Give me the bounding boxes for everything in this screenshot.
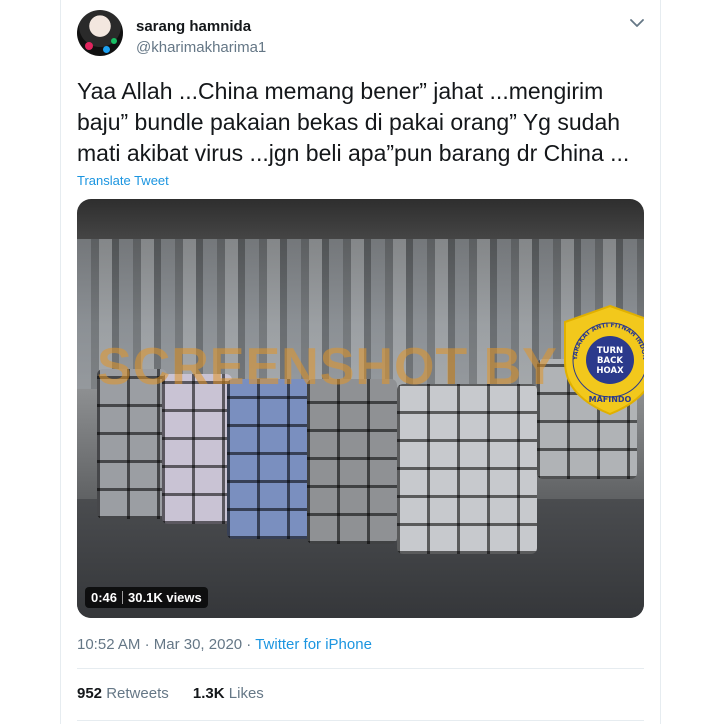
clothing-bale (227, 379, 312, 539)
tweet-card: sarang hamnida @kharimakharima1 Yaa Alla… (60, 0, 661, 724)
tweet-date[interactable]: Mar 30, 2020 (154, 636, 242, 653)
tweet-meta: 10:52 AM · Mar 30, 2020 · Twitter for iP… (77, 636, 372, 653)
likes-label: Likes (228, 685, 264, 702)
avatar-dot (103, 46, 110, 53)
clothing-bale (307, 379, 397, 544)
meta-separator: · (246, 636, 252, 653)
video-views: 30.1K views (128, 590, 202, 605)
avatar-dot (111, 38, 117, 44)
video-duration: 0:46 (91, 590, 118, 605)
divider (77, 720, 644, 721)
badge-bottom-text: MAFINDO (589, 395, 632, 404)
tweet-stats: 952 Retweets 1.3K Likes (77, 685, 284, 702)
retweets-stat[interactable]: 952 Retweets (77, 685, 173, 702)
chevron-down-icon[interactable] (628, 14, 646, 32)
badge-line-2: BACK (597, 356, 623, 366)
video-duration-views-badge: 0:46 30.1K views (85, 587, 208, 608)
avatar[interactable] (77, 10, 123, 56)
watermark-text: SCREENSHOT BY (97, 338, 558, 396)
user-handle[interactable]: @kharimakharima1 (136, 39, 266, 56)
video-player[interactable]: SCREENSHOT BY MASYARAKAT ANTI FITNAH IND… (77, 199, 644, 618)
likes-stat[interactable]: 1.3K Likes (193, 685, 264, 702)
tweet-text: Yaa Allah ...China memang bener” jahat .… (77, 78, 630, 166)
badge-separator (122, 591, 124, 604)
translate-tweet-link[interactable]: Translate Tweet (77, 173, 169, 188)
retweets-label: Retweets (106, 685, 169, 702)
user-name[interactable]: sarang hamnida (136, 18, 251, 35)
turnbackhoax-badge: MASYARAKAT ANTI FITNAH INDONESIA TURN BA… (561, 304, 644, 416)
likes-count: 1.3K (192, 685, 225, 702)
tweet-source-link[interactable]: Twitter for iPhone (255, 636, 372, 653)
retweets-count: 952 (77, 685, 103, 702)
tweet-time[interactable]: 10:52 AM (77, 636, 140, 653)
badge-line-3: HOAX (596, 366, 624, 376)
badge-line-1: TURN (597, 346, 623, 356)
divider (77, 668, 644, 669)
clothing-bale (397, 384, 537, 554)
avatar-dot (85, 42, 93, 50)
meta-separator: · (144, 636, 150, 653)
